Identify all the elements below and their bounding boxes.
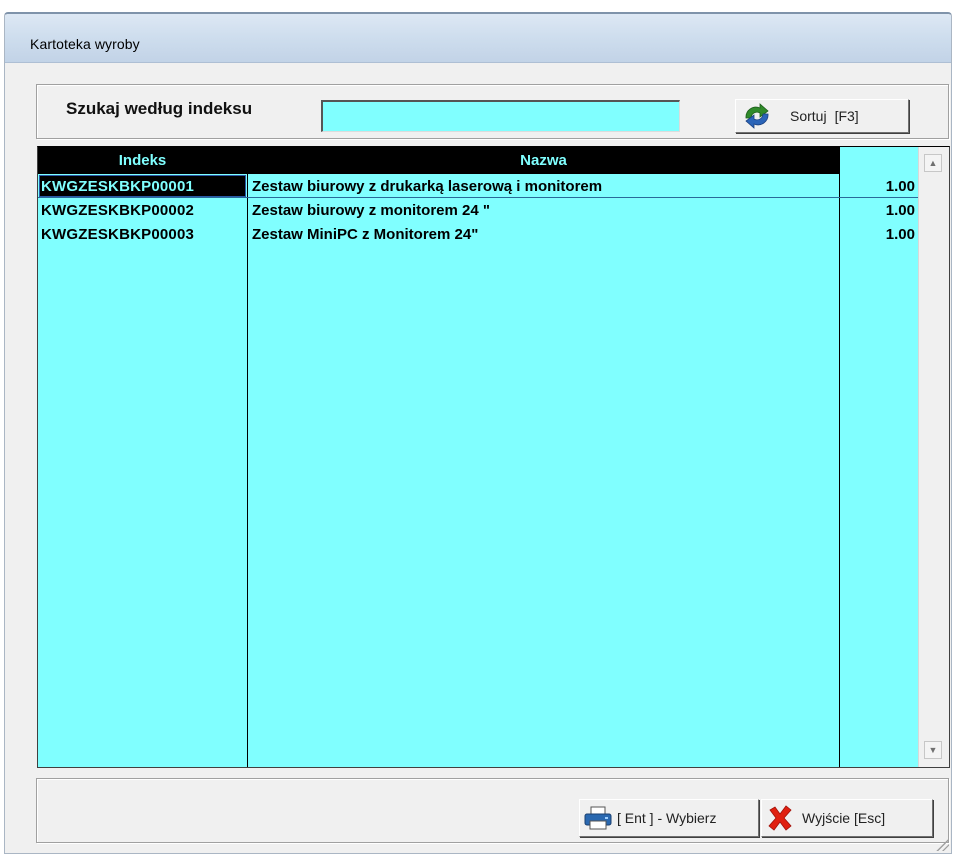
- cell-nazwa: Zestaw MiniPC z Monitorem 24": [252, 226, 479, 243]
- select-button[interactable]: [ Ent ] - Wybierz: [579, 799, 759, 837]
- grid-header: Indeks Nazwa Ilość: [38, 147, 896, 174]
- cell-indeks: KWGZESKBKP00002: [41, 202, 195, 219]
- select-button-label: [ Ent ] - Wybierz: [617, 810, 717, 826]
- action-panel: [ Ent ] - Wybierz Wyjście [Esc]: [36, 778, 949, 843]
- title-bar[interactable]: Kartoteka wyroby: [5, 14, 951, 63]
- items-grid[interactable]: Indeks Nazwa Ilość KWGZESKBKP00001 Zesta…: [37, 146, 950, 768]
- table-row[interactable]: KWGZESKBKP00001 Zestaw biurowy z drukark…: [38, 174, 919, 198]
- exit-button[interactable]: Wyjście [Esc]: [761, 799, 933, 837]
- exit-button-label: Wyjście [Esc]: [802, 810, 886, 826]
- scroll-down-arrow-icon[interactable]: ▼: [924, 741, 942, 759]
- red-x-icon: [766, 804, 794, 832]
- refresh-arrows-icon: [742, 103, 772, 129]
- window-title: Kartoteka wyroby: [30, 36, 140, 52]
- cell-nazwa: Zestaw biurowy z drukarką laserową i mon…: [252, 178, 603, 195]
- cell-nazwa: Zestaw biurowy z monitorem 24 ": [252, 202, 490, 219]
- table-row[interactable]: KWGZESKBKP00002 Zestaw biurowy z monitor…: [38, 198, 919, 222]
- cell-indeks: KWGZESKBKP00003: [41, 226, 195, 243]
- search-label: Szukaj według indeksu: [66, 99, 253, 118]
- cell-ilosc: 1.00: [885, 226, 915, 243]
- search-input[interactable]: [321, 100, 680, 132]
- printer-icon: [583, 805, 613, 831]
- cell-ilosc: 1.00: [885, 202, 915, 219]
- scroll-up-arrow-icon[interactable]: ▲: [924, 154, 942, 172]
- sort-button-label: Sortuj: [790, 108, 827, 124]
- column-header-ilosc[interactable]: Ilość: [839, 147, 919, 174]
- vertical-scrollbar[interactable]: ▲ ▼: [918, 147, 949, 767]
- table-row[interactable]: KWGZESKBKP00003 Zestaw MiniPC z Monitore…: [38, 222, 919, 246]
- column-header-indeks[interactable]: Indeks: [38, 147, 247, 174]
- main-window: Kartoteka wyroby Szukaj według indeksu S…: [4, 12, 952, 854]
- column-header-nazwa[interactable]: Nazwa: [248, 147, 839, 174]
- sort-button[interactable]: Sortuj [F3]: [735, 99, 909, 133]
- resize-grip-icon[interactable]: [935, 837, 949, 851]
- cell-indeks: KWGZESKBKP00001: [39, 175, 246, 197]
- sort-button-shortcut: [F3]: [834, 108, 859, 124]
- cell-ilosc: 1.00: [885, 178, 915, 195]
- search-panel: Szukaj według indeksu Sortuj [F3]: [36, 84, 949, 139]
